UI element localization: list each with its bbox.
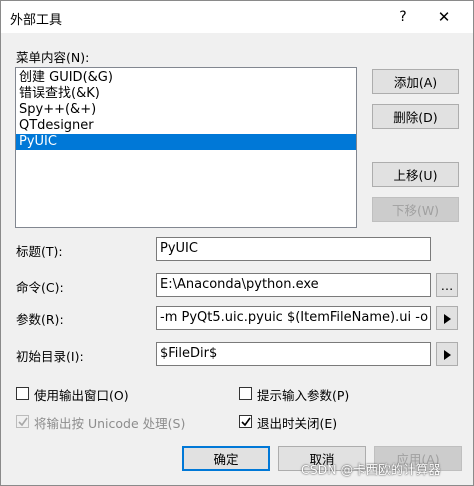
close-on-exit-checkbox[interactable] — [239, 415, 252, 428]
arguments-input[interactable]: -m PyQt5.uic.pyuic $(ItemFileName).ui -o… — [156, 306, 431, 330]
title-input[interactable]: PyUIC — [156, 237, 431, 261]
close-icon[interactable]: ✕ — [431, 6, 457, 28]
browse-command-button[interactable]: … — [436, 273, 458, 297]
prompt-arguments-checkbox[interactable] — [239, 387, 252, 400]
external-tools-dialog: 外部工具 ? ✕ 菜单内容(N): 创建 GUID(&G) 错误查找(&K) S… — [0, 0, 474, 486]
use-output-window-label: 使用输出窗口(O) — [34, 388, 129, 403]
menu-contents-list[interactable]: 创建 GUID(&G) 错误查找(&K) Spy++(&+) QTdesigne… — [15, 67, 357, 228]
prompt-arguments-label: 提示输入参数(P) — [257, 388, 350, 403]
watermark-text: CSDN @卡西欧的计算器 — [301, 462, 441, 477]
ok-button[interactable]: 确定 — [182, 446, 270, 471]
title-bar: 外部工具 ? ✕ — [1, 1, 473, 33]
window-title: 外部工具 — [10, 13, 63, 28]
list-item[interactable]: QTdesigner — [16, 118, 356, 134]
command-input[interactable]: E:\Anaconda\python.exe — [156, 273, 431, 297]
arguments-label: 参数(R): — [16, 312, 64, 327]
move-up-button[interactable]: 上移(U) — [372, 162, 459, 187]
command-label: 命令(C): — [16, 280, 64, 295]
initial-directory-macro-button[interactable] — [436, 342, 458, 366]
list-item[interactable]: 错误查找(&K) — [16, 86, 356, 102]
list-item[interactable]: 创建 GUID(&G) — [16, 70, 356, 86]
initial-directory-input[interactable]: $FileDir$ — [156, 342, 431, 366]
triangle-right-icon — [444, 350, 451, 360]
menu-contents-label: 菜单内容(N): — [16, 50, 90, 65]
title-label: 标题(T): — [16, 244, 63, 259]
arguments-macro-button[interactable] — [436, 306, 458, 330]
list-item[interactable]: Spy++(&+) — [16, 102, 356, 118]
help-icon[interactable]: ? — [391, 6, 415, 28]
close-on-exit-label: 退出时关闭(E) — [257, 416, 338, 431]
initial-directory-label: 初始目录(I): — [16, 349, 84, 364]
move-down-button[interactable]: 下移(W) — [372, 197, 459, 222]
checkmark-icon — [241, 417, 251, 427]
triangle-right-icon — [444, 314, 451, 324]
unicode-output-label: 将输出按 Unicode 处理(S) — [34, 416, 186, 431]
add-button[interactable]: 添加(A) — [372, 69, 459, 94]
checkmark-icon — [18, 417, 28, 427]
use-output-window-checkbox[interactable] — [16, 387, 29, 400]
delete-button[interactable]: 删除(D) — [372, 104, 459, 129]
unicode-output-checkbox[interactable] — [16, 415, 29, 428]
list-item-selected[interactable]: PyUIC — [16, 134, 356, 150]
